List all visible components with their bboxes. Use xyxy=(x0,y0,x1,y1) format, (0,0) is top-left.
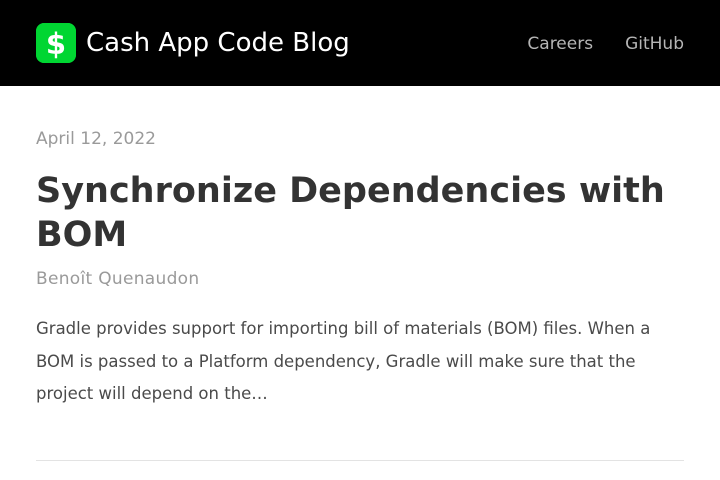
nav-link-careers[interactable]: Careers xyxy=(527,34,593,54)
divider xyxy=(36,460,684,461)
post-author: Benoît Quenaudon xyxy=(36,269,200,289)
post-preview: April 12, 2022 Synchronize Dependencies … xyxy=(36,128,684,411)
nav-link-github[interactable]: GitHub xyxy=(625,34,684,54)
post-title-link[interactable]: Synchronize Dependencies with BOM xyxy=(36,171,665,255)
site-header: $ Cash App Code Blog Careers GitHub xyxy=(0,0,720,86)
post-date: April 12, 2022 xyxy=(36,129,156,149)
site-title: Cash App Code Blog xyxy=(86,28,350,58)
post-title: Synchronize Dependencies with BOM xyxy=(36,169,684,257)
cash-app-logo-icon: $ xyxy=(36,23,76,63)
post-excerpt: Gradle provides support for importing bi… xyxy=(36,319,651,403)
home-link[interactable]: $ Cash App Code Blog xyxy=(36,23,350,63)
svg-text:$: $ xyxy=(46,27,66,61)
main-nav: Careers GitHub xyxy=(527,34,684,54)
